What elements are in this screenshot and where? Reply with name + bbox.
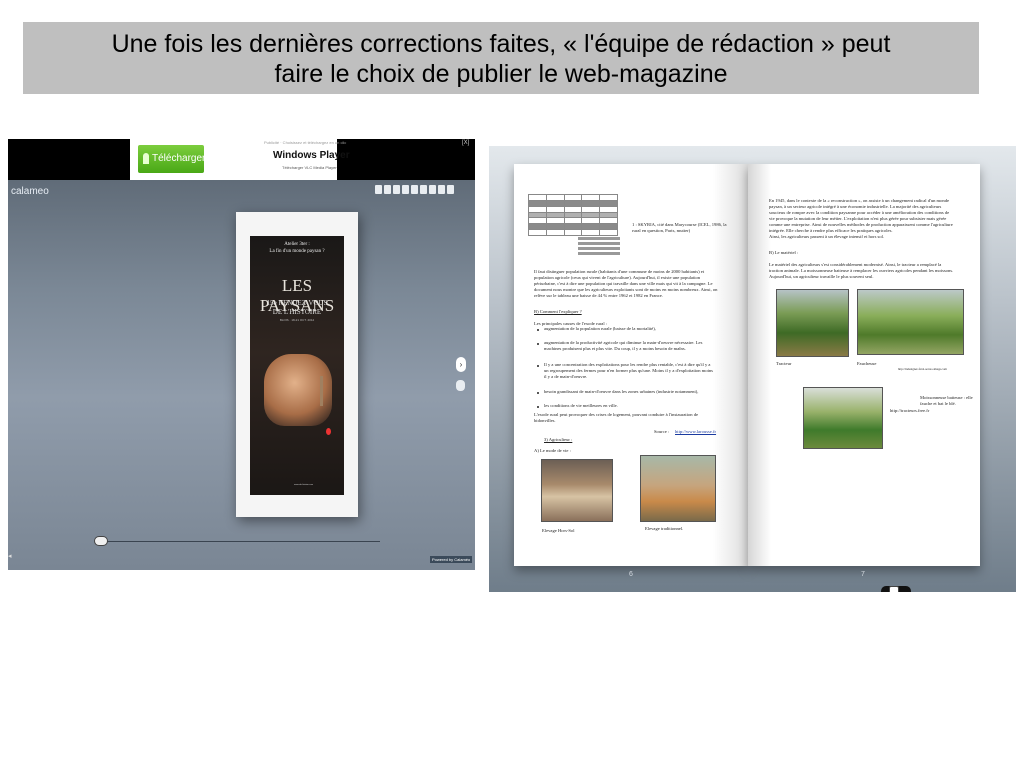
right-para2-line3: Aujourd'hui, un agriculteur travaille le… — [769, 274, 874, 279]
left-heading-b: B) Comment l'expliquer ? — [534, 309, 582, 314]
data-table-image — [528, 194, 618, 236]
left-para1-line1: Il faut distinguer population rurale (ha… — [534, 269, 705, 274]
page-number-left: 6 — [629, 571, 633, 578]
cover-subtitle-1: 15e RENDEZ-VOUS — [266, 299, 328, 307]
toolbar-fullscreen-icon[interactable] — [429, 185, 436, 194]
left-para1-line4: document nous montre que les agriculteur… — [534, 287, 718, 292]
zoom-button[interactable] — [456, 380, 465, 391]
right-para1-line5: comme une entreprise. Ainsi de nouvelles… — [769, 222, 953, 227]
photo-traditional-farm — [640, 455, 716, 522]
slide-title: Une fois les dernières corrections faite… — [23, 22, 979, 94]
right-para1-line7: Ainsi, les agriculteurs passent à un éle… — [769, 234, 885, 239]
bullet-icon — [537, 329, 539, 331]
ad-caption: Publicité · Choisissez et téléchargez en… — [264, 140, 347, 145]
cover-footer: www.rdv-histoire.com — [294, 484, 314, 486]
left-bullet-5: les conditions de vie meilleures en vill… — [544, 403, 618, 408]
cover-line-1: Atelier 3ter : — [284, 242, 310, 247]
right-url-1[interactable]: http://indesigner-farol-serrao-image.com — [898, 367, 947, 371]
right-url-2[interactable]: http://tracteurs.free.fr — [890, 408, 929, 414]
toolbar-info-icon[interactable] — [420, 185, 427, 194]
right-para1-line1: En 1945, dans le contexte de la « recons… — [769, 198, 950, 203]
download-icon — [143, 153, 149, 164]
ad-product-title: Windows Player — [273, 150, 350, 161]
right-para2-line2: traction animale. La moissonneuse batteu… — [769, 268, 954, 273]
calameo-logo: calameo — [11, 186, 49, 197]
left-heading-3: 3) Agriculteur : — [544, 437, 573, 442]
cover-cross-image — [320, 376, 323, 406]
ad-close-button[interactable]: [X] — [462, 140, 469, 146]
left-source-link[interactable]: http://www.larousse.fr — [675, 429, 716, 435]
toolbar-print-icon[interactable] — [447, 185, 454, 194]
caption-moissonneuse-line1: Moissonneuse batteuse : elle — [920, 395, 973, 400]
toolbar-page-icon[interactable] — [375, 185, 382, 194]
ad-product-subtitle: Télécharger VLC Media Player — [282, 165, 337, 170]
left-conclusion-line1: L'exode rural peut provoquer des crises … — [534, 412, 699, 417]
table-legend — [578, 237, 620, 259]
right-para1-line3: soucieux de rompre avec la condition pay… — [769, 210, 950, 215]
toolbar-edit-icon[interactable] — [402, 185, 409, 194]
book-cover: Atelier 3ter : La fin d'un monde paysan … — [250, 236, 344, 495]
powered-by-badge[interactable]: Powered by Calaméo — [430, 556, 473, 563]
caption-moissonneuse-line2: fauche et bat le blé. — [920, 401, 956, 406]
right-para1-line2: paysan, à un secteur agricole intégré à … — [769, 204, 942, 209]
right-heading-b: B) Le matériel : — [769, 250, 799, 255]
right-para2-line1: Le matériel des agriculteurs s'est consi… — [769, 262, 942, 267]
cover-candle-image — [326, 428, 331, 435]
toolbar-zoom-icon[interactable] — [411, 185, 418, 194]
left-para1-line3: périurbaine, c'est à dire une population… — [534, 281, 713, 286]
photo-combine-harvester — [803, 387, 883, 449]
left-source-label: Source : — [654, 429, 670, 434]
sidebar-toggle-icon[interactable]: ◂ — [8, 552, 12, 560]
cover-line-2: La fin d'un monde paysan ? — [269, 249, 325, 254]
left-conclusion-line2: bidonvilles. — [534, 418, 556, 423]
book-thumbnail[interactable]: Atelier 3ter : La fin d'un monde paysan … — [236, 212, 358, 517]
caption-elevage-traditionnel: Elevage traditionnel. — [645, 526, 684, 531]
page-left: 1 : SKYRIA, cité dans Marycourse (ICEL, … — [514, 164, 748, 566]
viewer-toolbar — [375, 185, 454, 194]
left-heading-a: A) Le mode de vie : — [534, 448, 571, 453]
next-page-button[interactable]: › — [456, 357, 466, 372]
page-right: En 1945, dans le contexte de la « recons… — [748, 164, 980, 566]
cover-dates: BLOIS · 18-21 OCT. 2012 — [279, 318, 315, 322]
caption-faucheuse: Faucheuse — [857, 361, 877, 366]
calameo-viewer-screenshot: Publicité · Choisissez et téléchargez en… — [8, 139, 475, 570]
left-para1-line5: relève sur le tableau une baisse de 44 %… — [534, 293, 663, 298]
cover-subtitle-2: DE L'HISTOIRE — [272, 308, 322, 316]
left-bullet-2-line2: machines produisent plus et plus vite. D… — [544, 346, 686, 351]
left-para1-line2: population agricole (ceux qui vivent de … — [534, 275, 701, 280]
right-para1-line4: vie provoque la mutation de leur métier.… — [769, 216, 947, 221]
bullet-icon — [537, 365, 539, 367]
bullet-icon — [537, 343, 539, 345]
left-bullet-3-line1: Il y a une concentration des exploitatio… — [544, 362, 711, 367]
download-button[interactable]: Télécharger — [138, 145, 206, 173]
page-number-right: 7 — [861, 571, 865, 578]
slide-title-line-2: faire le choix de publier le web-magazin… — [274, 60, 728, 88]
caption-elevage-hors-sol: Elevage Hors-Sol — [542, 528, 575, 533]
left-bullet-3-line2: un regroupement des fermes pour n'en for… — [544, 368, 713, 373]
toolbar-share-icon[interactable] — [393, 185, 400, 194]
page-slider-handle[interactable] — [94, 536, 108, 546]
photo-tractor — [776, 289, 849, 357]
download-label: Télécharger — [152, 153, 206, 164]
book-spread-screenshot: 1 : SKYRIA, cité dans Marycourse (ICEL, … — [489, 146, 1016, 592]
right-para1-line6: intégrée. Elle cherche à rendre plus eff… — [769, 228, 893, 233]
bullet-icon — [537, 406, 539, 408]
left-bullet-4: besoin grandissant de main-d'oeuvre dans… — [544, 389, 699, 394]
page-slider-track[interactable] — [100, 541, 380, 542]
photo-mower — [857, 289, 964, 355]
toolbar-download-icon[interactable] — [438, 185, 445, 194]
slide-title-line-1: Une fois les dernières corrections faite… — [111, 30, 891, 58]
left-bullet-3-line3: il y a de main-d'oeuvre. — [544, 374, 588, 379]
toolbar-list-icon[interactable] — [384, 185, 391, 194]
table-source-note: 1 : SKYRIA, cité dans Marycourse (ICEL, … — [632, 222, 727, 233]
photo-indoor-poultry — [541, 459, 613, 522]
bullet-icon — [537, 392, 539, 394]
left-bullet-1: augmentation de la population rurale (ba… — [544, 326, 656, 331]
caption-tractor: Tracteur — [776, 361, 792, 366]
page-curl-icon — [889, 586, 899, 592]
left-bullet-2-line1: augmentation de la productivité agricole… — [544, 340, 703, 345]
